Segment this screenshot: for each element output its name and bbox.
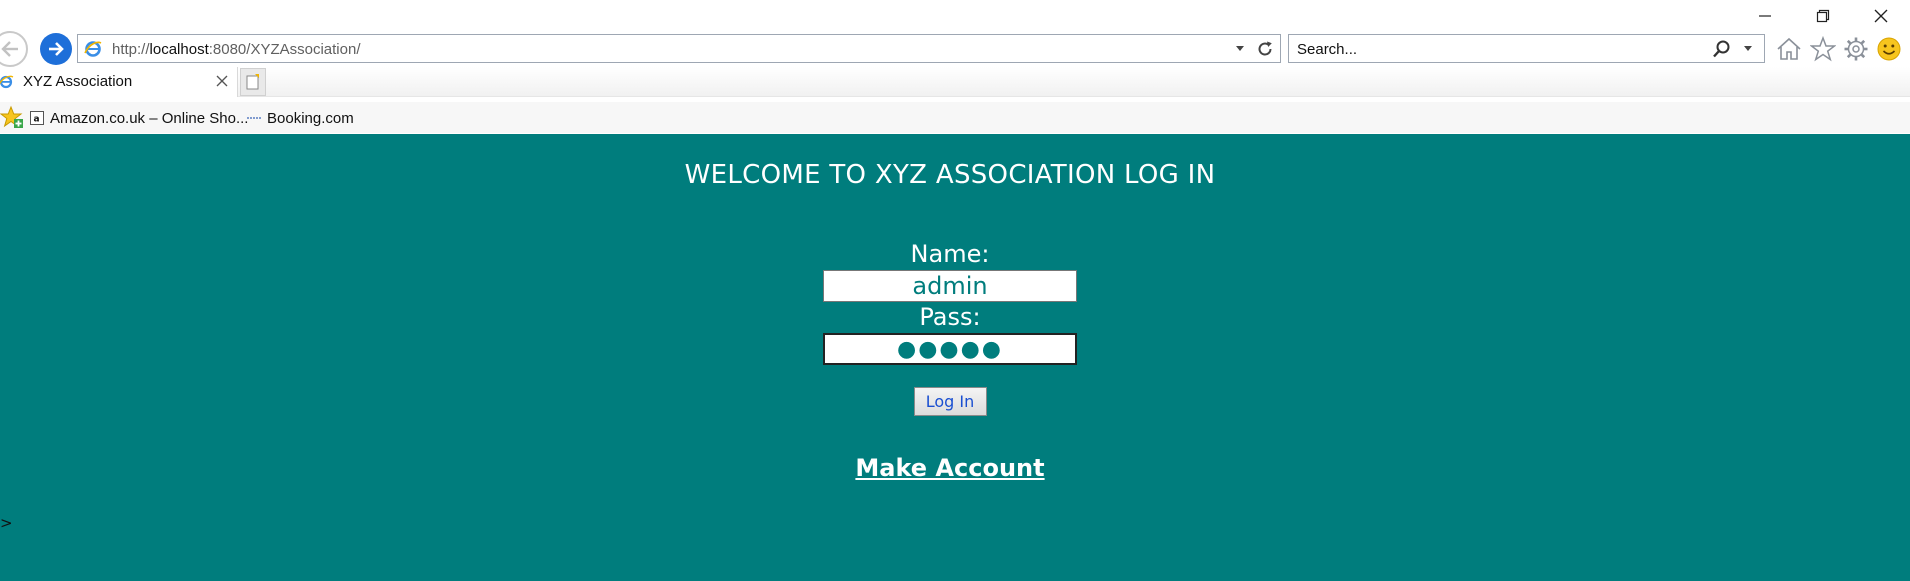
ie-page-icon xyxy=(84,41,102,57)
minimize-icon xyxy=(1759,15,1771,17)
stray-text: > xyxy=(0,514,13,532)
close-icon xyxy=(1874,9,1888,23)
home-button[interactable] xyxy=(1774,34,1804,64)
favorite-label: Amazon.co.uk – Online Sho... xyxy=(50,109,249,127)
page-content: WELCOME TO XYZ ASSOCIATION LOG IN Name: … xyxy=(0,134,1910,581)
chevron-down-icon xyxy=(1236,46,1244,51)
restore-button[interactable] xyxy=(1794,0,1852,32)
password-input[interactable] xyxy=(823,333,1077,365)
address-dropdown-button[interactable] xyxy=(1230,38,1250,60)
name-label: Name: xyxy=(910,240,990,268)
ie-tab-icon xyxy=(0,75,14,89)
new-tab-button[interactable] xyxy=(240,68,266,96)
favorites-star-icon[interactable] xyxy=(0,105,24,129)
address-bar[interactable]: http://localhost:8080/XYZAssociation/ xyxy=(77,34,1281,63)
search-dropdown-button[interactable] xyxy=(1738,38,1758,60)
name-input[interactable] xyxy=(823,270,1077,302)
search-input[interactable] xyxy=(1297,39,1697,59)
new-tab-icon xyxy=(246,74,259,90)
search-icon xyxy=(1713,40,1730,58)
booking-icon xyxy=(247,111,261,125)
chevron-down-icon xyxy=(1744,46,1752,51)
search-button[interactable] xyxy=(1710,38,1734,60)
favorites-button[interactable] xyxy=(1808,34,1838,64)
close-window-button[interactable] xyxy=(1852,0,1910,32)
settings-button[interactable] xyxy=(1841,34,1871,64)
forward-arrow-icon xyxy=(49,42,64,56)
tab-strip: XYZ Association xyxy=(0,67,1910,97)
window-controls xyxy=(1736,0,1910,32)
tab-close-button[interactable] xyxy=(213,72,231,90)
back-button[interactable] xyxy=(0,31,28,67)
smiley-icon xyxy=(1877,37,1901,61)
url-path: :8080/XYZAssociation/ xyxy=(208,41,361,58)
favorite-amazon[interactable]: a Amazon.co.uk – Online Sho... xyxy=(30,107,248,129)
back-arrow-icon xyxy=(1,41,18,57)
star-icon xyxy=(1810,36,1836,62)
favorite-booking[interactable]: Booking.com xyxy=(247,107,354,129)
pass-label: Pass: xyxy=(919,303,981,331)
home-icon xyxy=(1777,37,1801,60)
feedback-button[interactable] xyxy=(1874,34,1904,64)
url-host: localhost xyxy=(149,41,209,58)
tab-title: XYZ Association xyxy=(23,73,133,90)
amazon-icon: a xyxy=(30,111,44,125)
tab-xyz-association[interactable]: XYZ Association xyxy=(0,67,238,97)
login-form: Name: Pass: Log In Make Account xyxy=(0,239,1900,482)
address-url[interactable]: http://localhost:8080/XYZAssociation/ xyxy=(112,41,361,58)
url-prefix: http:// xyxy=(112,41,150,58)
page-title: WELCOME TO XYZ ASSOCIATION LOG IN xyxy=(684,160,1216,190)
restore-icon xyxy=(1816,9,1830,23)
favorite-label: Booking.com xyxy=(267,109,354,127)
forward-button[interactable] xyxy=(40,33,72,65)
favorites-bar: a Amazon.co.uk – Online Sho... Booking.c… xyxy=(0,102,1910,133)
gear-icon xyxy=(1844,37,1868,61)
browser-chrome: http://localhost:8080/XYZAssociation/ Se… xyxy=(0,0,1910,134)
search-box[interactable] xyxy=(1288,34,1765,63)
login-button[interactable]: Log In xyxy=(913,387,987,416)
svg-text:a: a xyxy=(34,115,40,125)
close-icon xyxy=(216,75,228,87)
refresh-icon xyxy=(1258,41,1272,56)
minimize-button[interactable] xyxy=(1736,0,1794,32)
make-account-link[interactable]: Make Account xyxy=(855,454,1044,482)
refresh-button[interactable] xyxy=(1254,38,1276,60)
